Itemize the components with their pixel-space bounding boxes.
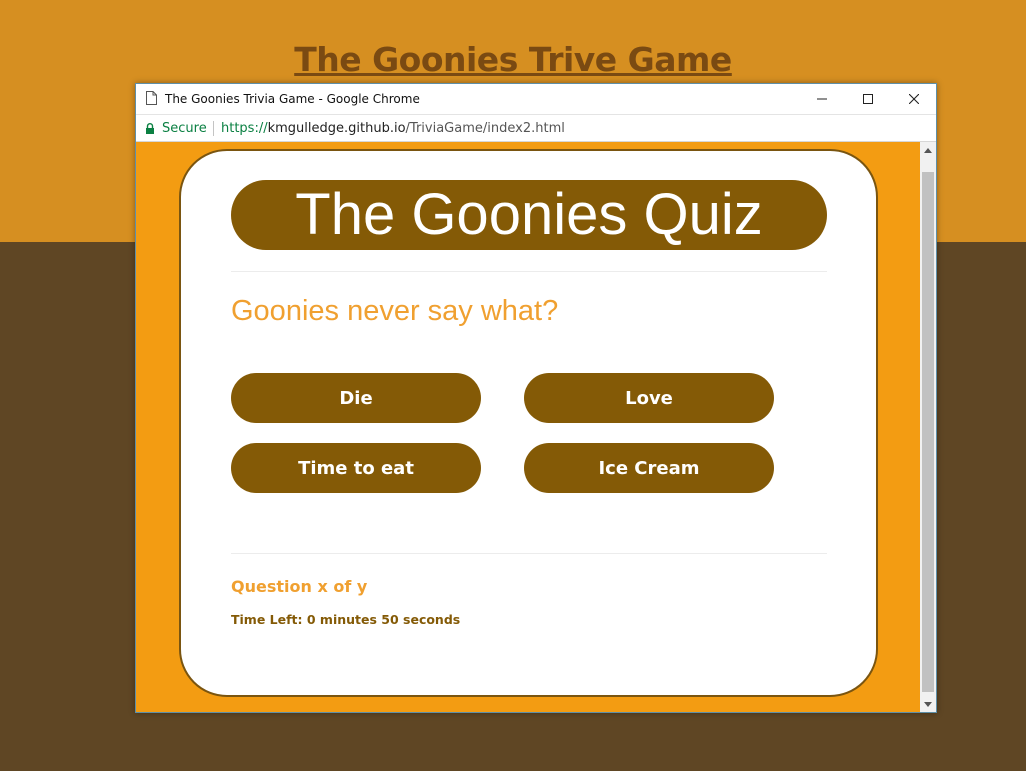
url-input[interactable]: https://kmgulledge.github.io/TriviaGame/…	[221, 121, 565, 136]
question-counter: Question x of y	[231, 577, 368, 596]
quiz-card: The Goonies Quiz Goonies never say what?…	[179, 149, 878, 697]
window-title: The Goonies Trivia Game - Google Chrome	[165, 92, 420, 106]
address-bar[interactable]: Secure https://kmgulledge.github.io/Triv…	[136, 114, 936, 142]
scroll-up-icon[interactable]	[920, 142, 936, 158]
minimize-icon[interactable]	[799, 84, 845, 114]
answer-button-die[interactable]: Die	[231, 373, 481, 423]
scrollbar-thumb[interactable]	[922, 172, 934, 692]
address-divider	[213, 121, 214, 136]
answer-button-love[interactable]: Love	[524, 373, 774, 423]
timer-text: Time Left: 0 minutes 50 seconds	[231, 612, 461, 627]
lock-icon	[145, 123, 155, 134]
answer-button-time-to-eat[interactable]: Time to eat	[231, 443, 481, 493]
page-viewport: The Goonies Quiz Goonies never say what?…	[136, 142, 920, 712]
divider	[231, 271, 827, 272]
url-path: /TriviaGame/index2.html	[405, 121, 565, 136]
url-host: kmgulledge.github.io	[267, 121, 406, 136]
close-icon[interactable]	[891, 84, 937, 114]
maximize-icon[interactable]	[845, 84, 891, 114]
browser-window: The Goonies Trivia Game - Google Chrome …	[135, 83, 937, 713]
page-heading: The Goonies Trive Game	[294, 40, 732, 79]
scroll-down-icon[interactable]	[920, 696, 936, 712]
vertical-scrollbar[interactable]	[920, 142, 936, 712]
quiz-title: The Goonies Quiz	[231, 180, 827, 250]
answer-button-ice-cream[interactable]: Ice Cream	[524, 443, 774, 493]
window-titlebar[interactable]: The Goonies Trivia Game - Google Chrome	[136, 84, 936, 114]
page-icon	[146, 91, 157, 105]
question-text: Goonies never say what?	[231, 295, 559, 327]
divider	[231, 553, 827, 554]
secure-label[interactable]: Secure	[162, 121, 207, 136]
url-scheme: https://	[221, 121, 268, 136]
